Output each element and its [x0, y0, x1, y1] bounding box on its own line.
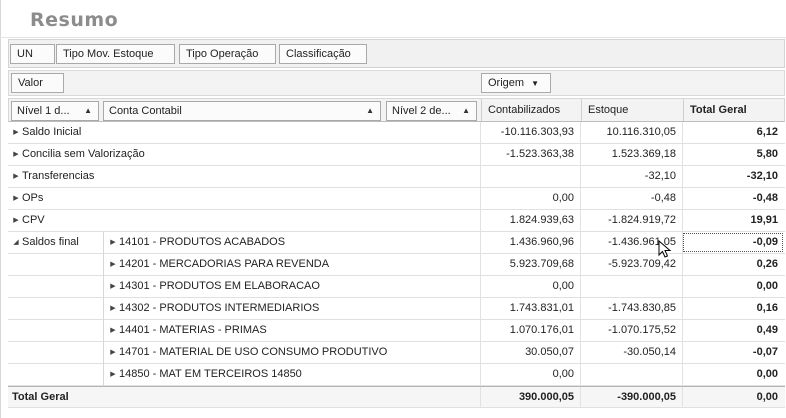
- column-header-total-geral[interactable]: Total Geral: [683, 99, 785, 121]
- cell-estoque[interactable]: -30.050,14: [580, 342, 682, 363]
- expand-icon[interactable]: ▶: [10, 216, 22, 224]
- cell-estoque[interactable]: -1.743.830,85: [580, 298, 682, 319]
- cell-estoque[interactable]: 10.116.310,05: [580, 122, 682, 143]
- grand-total-row: Total Geral 390.000,05 -390.000,05 0,00: [8, 386, 785, 408]
- expand-icon[interactable]: ▶: [10, 150, 22, 158]
- mouse-cursor-icon: [658, 240, 672, 258]
- cell-estoque[interactable]: 1.523.369,18: [580, 144, 682, 165]
- row-field-nivel1-label: Nível 1 d...: [17, 105, 70, 117]
- data-field-valor[interactable]: Valor: [11, 73, 64, 93]
- cell-total[interactable]: 5,80: [682, 144, 784, 165]
- cell-contabilizados[interactable]: 30.050,07: [480, 342, 580, 363]
- cell-estoque[interactable]: -1.070.175,52: [580, 320, 682, 341]
- filter-un[interactable]: UN: [10, 44, 55, 64]
- data-column-field-area: Valor Origem ▼: [8, 70, 785, 96]
- cell-contabilizados[interactable]: 1.743.831,01: [480, 298, 580, 319]
- row-label: Concilia sem Valorização: [22, 148, 145, 160]
- cell-contabilizados[interactable]: 1.070.176,01: [480, 320, 580, 341]
- cell-contabilizados[interactable]: 1.824.939,63: [480, 210, 580, 231]
- cell-contabilizados[interactable]: 0,00: [480, 188, 580, 209]
- row-field-conta-contabil[interactable]: Conta Contabil ▲: [103, 101, 381, 121]
- row-field-conta-contabil-label: Conta Contabil: [109, 105, 182, 117]
- cell-estoque[interactable]: -0,48: [580, 188, 682, 209]
- column-header-contabilizados[interactable]: Contabilizados: [481, 99, 581, 121]
- column-field-origem-label: Origem: [488, 77, 525, 89]
- cell-total[interactable]: 0,26: [682, 254, 784, 275]
- row-field-nivel2-label: Nível 2 de...: [392, 105, 451, 117]
- sort-up-icon: ▲: [366, 106, 374, 115]
- cell-total[interactable]: 0,16: [682, 298, 784, 319]
- sort-up-icon: ▲: [84, 106, 92, 115]
- pivot-row-cpv: ▶ CPV 1.824.939,63 -1.824.919,72 19,91: [8, 210, 785, 232]
- row-header[interactable]: ▶ Transferencias: [10, 166, 94, 187]
- cell-contabilizados[interactable]: 0,00: [480, 364, 580, 385]
- cell-contabilizados[interactable]: 0,00: [480, 276, 580, 297]
- cell-total[interactable]: 0,00: [682, 276, 784, 297]
- cell-contabilizados[interactable]: -1.523.363,38: [480, 144, 580, 165]
- subgroup-divider: [103, 232, 481, 386]
- sort-up-icon: ▲: [462, 106, 470, 115]
- title-divider: [0, 37, 786, 38]
- filter-classificacao[interactable]: Classificação: [279, 44, 367, 64]
- row-field-nivel1[interactable]: Nível 1 d... ▲: [11, 101, 99, 121]
- cell-contabilizados[interactable]: 1.436.960,96: [480, 232, 580, 253]
- row-label: Saldo Inicial: [22, 126, 82, 138]
- cell-total[interactable]: 0,00: [682, 364, 784, 385]
- cell-total[interactable]: 0,49: [682, 320, 784, 341]
- row-header[interactable]: ▶ Concilia sem Valorização: [10, 144, 145, 165]
- expand-icon[interactable]: ▶: [10, 172, 22, 180]
- cell-contabilizados[interactable]: 5.923.709,68: [480, 254, 580, 275]
- page-title: Resumo: [30, 9, 119, 31]
- left-border: [0, 0, 1, 418]
- cell-estoque[interactable]: [580, 276, 682, 297]
- cell-contabilizados[interactable]: [480, 166, 580, 187]
- cell-total[interactable]: 19,91: [682, 210, 784, 231]
- grand-total-estoque[interactable]: -390.000,05: [580, 387, 682, 408]
- row-label: Transferencias: [22, 170, 95, 182]
- row-header[interactable]: ▶ CPV: [10, 210, 45, 231]
- pivot-row-concilia: ▶ Concilia sem Valorização -1.523.363,38 …: [8, 144, 785, 166]
- expand-icon[interactable]: ▶: [10, 128, 22, 136]
- filter-tipo-operacao[interactable]: Tipo Operação: [179, 44, 276, 64]
- cell-total[interactable]: -0,09: [682, 232, 784, 253]
- row-header[interactable]: ▶ Saldo Inicial: [10, 122, 81, 143]
- row-label: CPV: [22, 214, 45, 226]
- pivot-row-saldo-inicial: ▶ Saldo Inicial -10.116.303,93 10.116.310…: [8, 122, 785, 144]
- filter-tipo-mov-estoque[interactable]: Tipo Mov. Estoque: [56, 44, 175, 64]
- row-header[interactable]: ▶ OPs: [10, 188, 43, 209]
- row-label: OPs: [22, 192, 44, 204]
- expand-icon[interactable]: ▶: [10, 194, 22, 202]
- grand-total-contabilizados[interactable]: 390.000,05: [480, 387, 580, 408]
- cell-total[interactable]: -0,48: [682, 188, 784, 209]
- cell-total[interactable]: -0,07: [682, 342, 784, 363]
- cell-contabilizados[interactable]: -10.116.303,93: [480, 122, 580, 143]
- column-field-origem[interactable]: Origem ▼: [481, 73, 551, 93]
- row-header-bar: Nível 1 d... ▲ Conta Contabil ▲ Nível 2 …: [8, 98, 785, 122]
- cell-total[interactable]: 6,12: [682, 122, 784, 143]
- cell-estoque[interactable]: [580, 364, 682, 385]
- row-field-nivel2[interactable]: Nível 2 de... ▲: [386, 101, 477, 121]
- pivot-row-transferencias: ▶ Transferencias -32,10 -32,10: [8, 166, 785, 188]
- cell-estoque[interactable]: -1.824.919,72: [580, 210, 682, 231]
- pivot-row-ops: ▶ OPs 0,00 -0,48 -0,48: [8, 188, 785, 210]
- cell-estoque[interactable]: -32,10: [580, 166, 682, 187]
- filter-field-area: UN Tipo Mov. Estoque Tipo Operação Class…: [8, 39, 785, 68]
- cell-total[interactable]: -32,10: [682, 166, 784, 187]
- column-header-estoque[interactable]: Estoque: [581, 99, 683, 121]
- grand-total-label: Total Geral: [12, 391, 69, 403]
- grand-total-total[interactable]: 0,00: [682, 387, 784, 408]
- chevron-down-icon: ▼: [531, 79, 540, 88]
